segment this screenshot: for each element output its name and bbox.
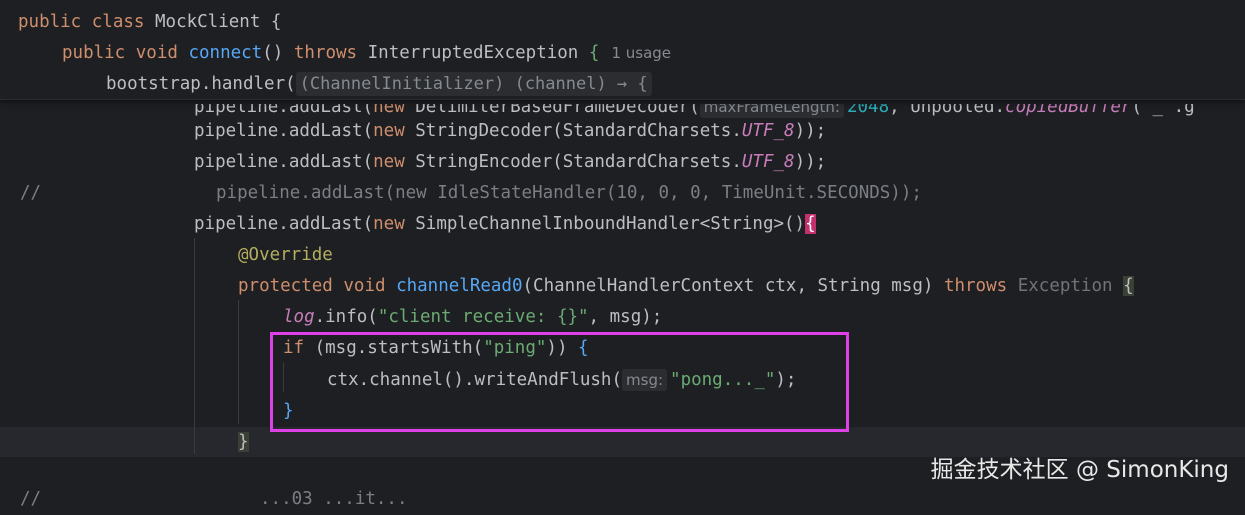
- keyword: class: [91, 12, 145, 32]
- comment-marker: //: [20, 183, 42, 203]
- code-text: StringDecoder(StandardCharsets.: [404, 121, 742, 141]
- sticky-line[interactable]: public void connect() throws Interrupted…: [0, 38, 1245, 69]
- code-text: ));: [794, 152, 827, 172]
- watermark-text: 掘金技术社区 @ SimonKing: [930, 457, 1229, 483]
- keyword: void: [343, 276, 386, 296]
- code-line[interactable]: pipeline.addLast(new StringEncoder(Stand…: [0, 147, 1245, 178]
- code-text: bootstrap.handler(: [106, 74, 296, 94]
- brace: }: [238, 432, 249, 452]
- class-name: MockClient: [155, 12, 261, 32]
- keyword: new: [373, 121, 405, 141]
- sticky-separator: [0, 99, 1245, 100]
- brace: {: [1123, 276, 1134, 296]
- keyword: public: [18, 12, 82, 32]
- code-text: SimpleChannelInboundHandler<String>(): [404, 214, 806, 234]
- code-text: pipeline.addLast(: [194, 152, 374, 172]
- keyword: protected: [238, 276, 333, 296]
- code-text: ("_".g: [1131, 97, 1195, 117]
- log-field: log: [283, 307, 315, 327]
- keyword: void: [135, 43, 178, 63]
- method-name: channelRead0: [396, 276, 523, 296]
- keyword: throws: [943, 276, 1008, 296]
- keyword: new: [373, 152, 405, 172]
- code-text: StringEncoder(StandardCharsets.: [404, 152, 742, 172]
- brace: {: [270, 12, 282, 32]
- code-editor[interactable]: pipeline.addLast(new DelimiterBasedFrame…: [0, 0, 1245, 509]
- code-line[interactable]: @Override: [0, 240, 1245, 271]
- comment-text: pipeline.addLast(new IdleStateHandler(10…: [216, 183, 922, 203]
- static-field: UTF_8: [741, 152, 795, 172]
- keyword: new: [373, 214, 405, 234]
- keyword: public: [62, 43, 126, 63]
- annotation: @Override: [238, 245, 333, 265]
- highlight-box: [270, 332, 849, 432]
- usage-count-link[interactable]: 1 usage: [611, 44, 671, 62]
- keyword: new: [373, 97, 405, 117]
- code-line[interactable]: pipeline.addLast(new StringDecoder(Stand…: [0, 116, 1245, 147]
- exception-type: Exception: [1017, 276, 1113, 296]
- code-text: ));: [794, 121, 827, 141]
- code-line-commented[interactable]: // pipeline.addLast(new IdleStateHandler(…: [0, 178, 1245, 209]
- brace: {: [588, 43, 600, 63]
- code-text: pipeline.addLast(: [194, 97, 374, 117]
- exception-type: InterruptedException: [367, 43, 579, 63]
- code-text: pipeline.addLast(: [194, 121, 374, 141]
- sticky-line[interactable]: public class MockClient {: [0, 7, 1245, 38]
- static-field: UTF_8: [741, 121, 795, 141]
- code-text: (): [262, 43, 284, 63]
- code-text: DelimiterBasedFrameDecoder(: [404, 97, 700, 117]
- code-text: , Unpooled.: [889, 97, 1006, 117]
- sticky-line[interactable]: bootstrap.handler((ChannelInitializer) (…: [0, 69, 1245, 100]
- folded-lambda[interactable]: (ChannelInitializer) (channel) → {: [295, 72, 652, 96]
- string-literal: "client receive: {}": [377, 307, 589, 327]
- number-literal: 2048: [846, 97, 890, 117]
- code-line[interactable]: log.info("client receive: {}", msg);: [0, 302, 1245, 333]
- code-text: .info(: [314, 307, 378, 327]
- matched-brace: {: [805, 214, 816, 234]
- method-name: connect: [188, 43, 263, 63]
- code-text: (ChannelHandlerContext ctx, String msg): [522, 276, 944, 296]
- method-call: copiedBuffer: [1005, 97, 1132, 117]
- sticky-scroll-header[interactable]: public class MockClient { public void co…: [0, 0, 1245, 100]
- code-text: , msg);: [588, 307, 663, 327]
- code-line[interactable]: pipeline.addLast(new SimpleChannelInboun…: [0, 209, 1245, 240]
- keyword: throws: [293, 43, 358, 63]
- code-line[interactable]: protected void channelRead0(ChannelHandl…: [0, 271, 1245, 302]
- code-text: pipeline.addLast(: [194, 214, 374, 234]
